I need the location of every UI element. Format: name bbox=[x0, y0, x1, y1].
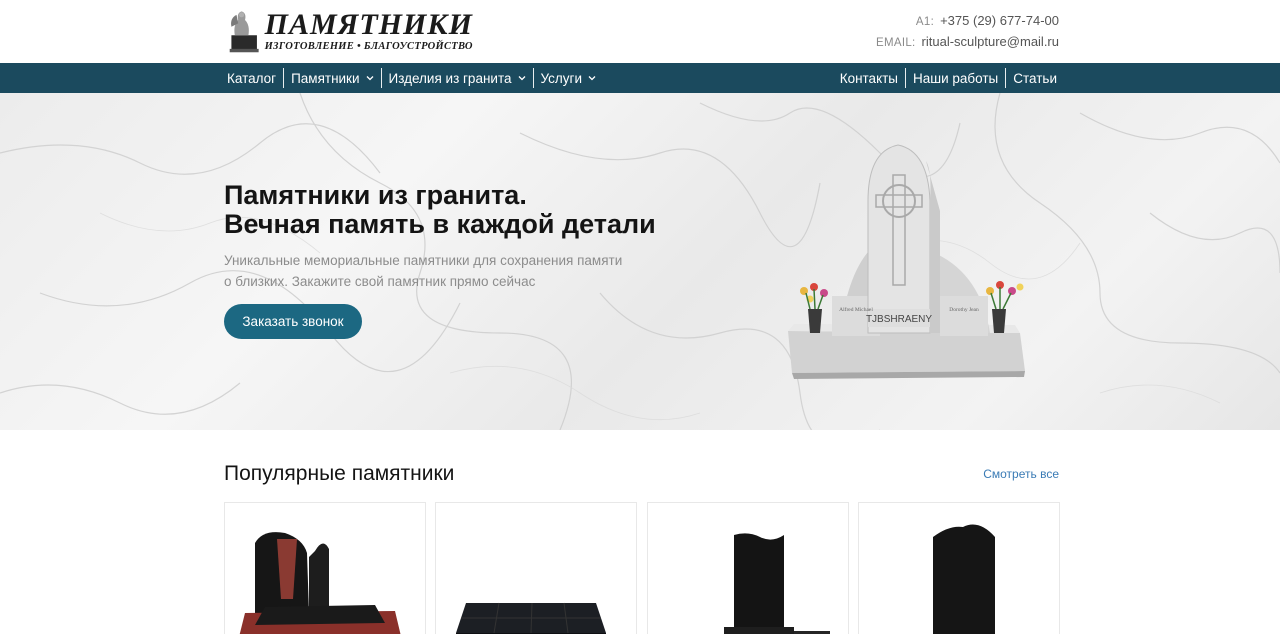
product-card[interactable] bbox=[224, 502, 426, 634]
nav-item-articles[interactable]: Статьи bbox=[1006, 68, 1064, 88]
logo-subtitle: ИЗГОТОВЛЕНИЕ • БЛАГОУСТРОЙСТВО bbox=[264, 40, 473, 52]
product-card[interactable] bbox=[435, 502, 637, 634]
angel-monument-icon bbox=[229, 10, 259, 52]
see-all-link[interactable]: Смотреть все bbox=[983, 467, 1059, 481]
flowers-right bbox=[986, 281, 1024, 310]
nav-divider bbox=[905, 68, 907, 88]
hero-description: Уникальные мемориальные памятники для со… bbox=[224, 253, 623, 289]
nav-item-contacts[interactable]: Контакты bbox=[833, 68, 905, 88]
monument-left-name-text: Alfred Michael bbox=[839, 306, 873, 313]
black-stele-image bbox=[724, 533, 830, 634]
nav-left: Каталог Памятники Изделия из гранита Усл… bbox=[220, 63, 603, 93]
hero-title: Памятники из гранита. Вечная память в ка… bbox=[224, 181, 656, 239]
nav-divider bbox=[283, 68, 285, 88]
nav-item-catalog[interactable]: Каталог bbox=[220, 68, 283, 88]
nav-item-label: Статьи bbox=[1013, 70, 1057, 86]
phone-label: A1: bbox=[915, 16, 935, 28]
tombstone-slab-image bbox=[456, 602, 606, 634]
email-link[interactable]: ritual-sculpture@mail.ru bbox=[922, 34, 1059, 49]
nav-item-label: Памятники bbox=[291, 70, 360, 86]
nav-item-services[interactable]: Услуги bbox=[534, 68, 604, 88]
header-contacts: A1: +375 (29) 677-74-00 EMAIL: ritual-scul… bbox=[876, 11, 1059, 53]
nav-item-monuments[interactable]: Памятники bbox=[284, 68, 380, 88]
hero-section: Памятники из гранита. Вечная память в ка… bbox=[0, 93, 1280, 430]
nav-item-granite-products[interactable]: Изделия из гранита bbox=[382, 68, 533, 88]
nav-item-label: Изделия из гранита bbox=[388, 70, 512, 86]
nav-item-label: Контакты bbox=[839, 70, 899, 86]
monument-right-name-text: Dorothy Jean bbox=[949, 307, 979, 313]
nav-item-label: Каталог bbox=[227, 70, 277, 86]
nav-divider bbox=[532, 68, 534, 88]
chevron-down-icon bbox=[366, 76, 373, 81]
nav-right: Контакты Наши работы Статьи bbox=[833, 63, 1064, 93]
hero-title-line-2: Вечная память в каждой детали bbox=[224, 209, 656, 239]
site-header: ПАМЯТНИКИ ИЗГОТОВЛЕНИЕ • БЛАГОУСТРОЙСТВО… bbox=[0, 0, 1280, 63]
logo[interactable]: ПАМЯТНИКИ ИЗГОТОВЛЕНИЕ • БЛАГОУСТРОЙСТВО bbox=[228, 4, 473, 57]
phone-link[interactable]: +375 (29) 677-74-00 bbox=[940, 13, 1059, 28]
nav-divider bbox=[380, 68, 382, 88]
marble-background bbox=[0, 93, 1280, 430]
order-call-button[interactable]: Заказать звонок bbox=[224, 304, 362, 339]
monument-name-text: TJBSHRAENY bbox=[866, 314, 932, 325]
logo-title: ПАМЯТНИКИ bbox=[264, 7, 473, 41]
flowers-left bbox=[800, 283, 828, 310]
popular-section-title: Популярные памятники bbox=[224, 462, 455, 485]
nav-item-our-works[interactable]: Наши работы bbox=[906, 68, 1005, 88]
email-label: EMAIL: bbox=[876, 37, 916, 49]
granite-monument-image: TJBSHRAENY Alfred Michael Dorothy Jean bbox=[788, 144, 1025, 379]
nav-divider bbox=[1005, 68, 1007, 88]
main-nav: Каталог Памятники Изделия из гранита Усл… bbox=[0, 63, 1280, 93]
product-card[interactable] bbox=[858, 502, 1060, 634]
nav-item-label: Услуги bbox=[540, 70, 583, 86]
hero-title-line-1: Памятники из гранита. bbox=[224, 180, 527, 210]
nav-item-label: Наши работы bbox=[913, 70, 999, 86]
monument-product-image bbox=[239, 532, 401, 634]
product-card[interactable] bbox=[647, 502, 849, 634]
arched-stele-image bbox=[933, 524, 995, 634]
chevron-down-icon bbox=[518, 76, 525, 81]
chevron-down-icon bbox=[588, 76, 596, 81]
